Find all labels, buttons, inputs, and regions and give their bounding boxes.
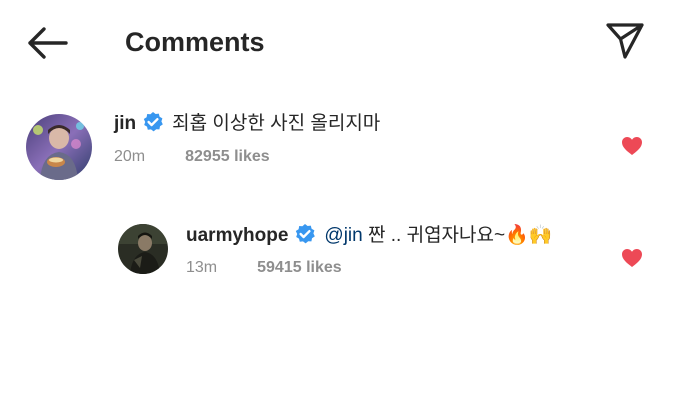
reply-body: 짠 .. 귀엽자나요~🔥🙌 — [362, 225, 553, 246]
back-button[interactable] — [24, 22, 70, 64]
avatar[interactable] — [118, 224, 168, 274]
verified-badge-icon — [294, 223, 316, 254]
comment-username[interactable]: jin — [114, 113, 136, 134]
like-button[interactable] — [621, 248, 643, 268]
mention-link[interactable]: @jin — [324, 225, 362, 246]
comment-time: 20m — [114, 148, 146, 165]
reply-username[interactable]: uarmyhope — [186, 225, 288, 246]
comment-text-line: jin 죄홉 이상한 사진 올리지마 — [114, 110, 380, 142]
heart-icon — [622, 137, 642, 155]
arrow-left-icon — [28, 27, 68, 59]
like-button[interactable] — [621, 136, 643, 156]
reply-meta: 13m 59415 likes — [186, 257, 342, 279]
comment-body: 죄홉 이상한 사진 올리지마 — [172, 113, 381, 134]
reply-time: 13m — [186, 259, 218, 276]
comment-meta: 20m 82955 likes — [114, 146, 270, 168]
comment-likes[interactable]: 82955 likes — [185, 148, 270, 165]
verified-badge-icon — [142, 111, 164, 142]
reply-likes[interactable]: 59415 likes — [257, 259, 342, 276]
comment-item: jin 죄홉 이상한 사진 올리지마 20m 82955 likes — [0, 100, 680, 200]
reply-text-line: uarmyhope @jin 짠 .. 귀엽자나요~🔥🙌 — [186, 222, 552, 254]
paper-plane-icon — [606, 23, 644, 59]
page-title: Comments — [125, 27, 265, 57]
reply-item: uarmyhope @jin 짠 .. 귀엽자나요~🔥🙌 13m 59415 lik… — [0, 210, 680, 300]
heart-icon — [622, 249, 642, 267]
comments-header: Comments — [0, 0, 680, 86]
share-button[interactable] — [604, 20, 646, 62]
avatar[interactable] — [26, 114, 92, 180]
